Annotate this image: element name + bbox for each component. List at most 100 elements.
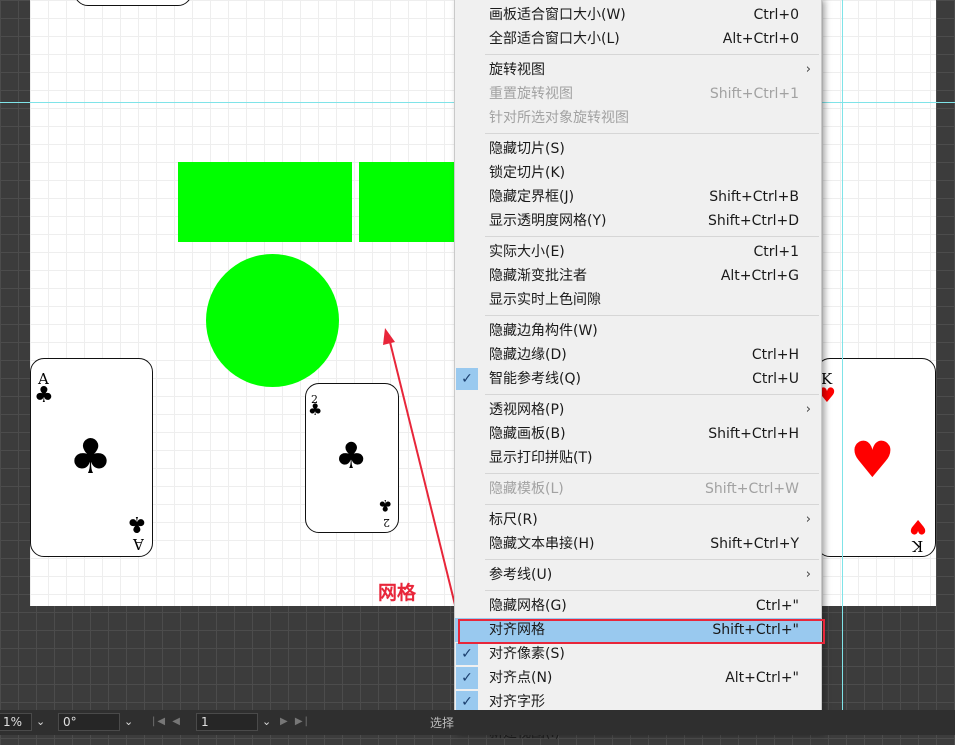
club-icon: ♣ xyxy=(127,511,147,536)
checkmark-icon: ✓ xyxy=(456,368,478,390)
artboard-prev-nav-icon[interactable]: |◀ ◀ xyxy=(152,713,182,731)
menu-item-shortcut: Shift+Ctrl+W xyxy=(704,481,799,497)
menu-item-rotate-to-selection[interactable]: 针对所选对象旋转视图 xyxy=(455,106,821,130)
submenu-arrow-icon: › xyxy=(805,402,811,417)
menu-item-label: 隐藏定界框(J) xyxy=(489,189,575,205)
menu-item-perspective-grid[interactable]: 透视网格(P) › xyxy=(455,398,821,422)
card-two-of-clubs[interactable]: 2 ♣ ♣ ♣ 2 xyxy=(305,383,399,533)
menu-item-shortcut: Ctrl+" xyxy=(755,598,799,614)
artboard-number-field[interactable]: 1 xyxy=(196,713,258,731)
menu-item-lock-slices[interactable]: 锁定切片(K) xyxy=(455,161,821,185)
card-king-of-hearts[interactable]: K ♥ ♥ ♥ K xyxy=(816,358,936,557)
rotation-field[interactable]: 0° xyxy=(58,713,120,731)
menu-item-shortcut: Ctrl+U xyxy=(752,371,799,387)
menu-item-label: 显示打印拼贴(T) xyxy=(489,450,593,466)
green-rectangle-right[interactable] xyxy=(359,162,459,242)
menu-separator xyxy=(485,315,819,316)
zoom-dropdown-icon[interactable]: ⌄ xyxy=(36,713,45,731)
menu-separator xyxy=(485,590,819,591)
club-icon: ♣ xyxy=(335,436,368,477)
menu-item-label: 对齐点(N) xyxy=(489,670,553,686)
menu-item-shortcut: Shift+Ctrl+H xyxy=(708,426,799,442)
menu-item-shortcut: Shift+Ctrl+B xyxy=(709,189,799,205)
menu-item-label: 隐藏画板(B) xyxy=(489,426,566,442)
submenu-arrow-icon: › xyxy=(805,567,811,582)
green-circle[interactable] xyxy=(206,254,339,387)
menu-item-show-live-paint-gaps[interactable]: 显示实时上色间隙 xyxy=(455,288,821,312)
menu-item-label: 针对所选对象旋转视图 xyxy=(489,110,629,126)
menu-item-label: 显示透明度网格(Y) xyxy=(489,213,607,229)
heart-icon: ♥ xyxy=(909,515,927,539)
menu-item-snap-to-pixel[interactable]: ✓ 对齐像素(S) xyxy=(455,642,821,666)
menu-separator xyxy=(485,473,819,474)
menu-item-shortcut: Ctrl+H xyxy=(751,347,799,363)
zoom-field[interactable]: 1% xyxy=(0,713,32,731)
vertical-guide[interactable] xyxy=(842,0,843,710)
menu-item-label: 重置旋转视图 xyxy=(489,86,573,102)
menu-separator xyxy=(485,54,819,55)
card-ace-of-clubs[interactable]: A ♣ ♣ ♣ A xyxy=(30,358,153,557)
artboard-dropdown-icon[interactable]: ⌄ xyxy=(262,713,271,731)
menu-item-shortcut: Shift+Ctrl+Y xyxy=(710,536,799,552)
artboard-next-nav-icon[interactable]: ▶ ▶| xyxy=(280,713,310,731)
submenu-arrow-icon: › xyxy=(805,512,811,527)
menu-item-fit-artboard[interactable]: 画板适合窗口大小(W) Ctrl+0 xyxy=(455,3,821,27)
menu-item-label: 实际大小(E) xyxy=(489,244,565,260)
menu-item-guides[interactable]: 参考线(U) › xyxy=(455,563,821,587)
highlight-annotation-box xyxy=(458,619,825,644)
club-icon: ♣ xyxy=(308,400,323,419)
menu-item-label: 隐藏文本串接(H) xyxy=(489,536,595,552)
menu-item-label: 隐藏切片(S) xyxy=(489,141,565,157)
card-rank: A xyxy=(133,535,144,553)
menu-item-actual-size[interactable]: 实际大小(E) Ctrl+1 xyxy=(455,240,821,264)
submenu-arrow-icon: › xyxy=(805,62,811,77)
menu-item-hide-artboards[interactable]: 隐藏画板(B) Shift+Ctrl+H xyxy=(455,422,821,446)
menu-item-shortcut: Alt+Ctrl+G xyxy=(720,268,799,284)
menu-item-hide-corner-widget[interactable]: 隐藏边角构件(W) xyxy=(455,319,821,343)
menu-item-hide-grid[interactable]: 隐藏网格(G) Ctrl+" xyxy=(455,594,821,618)
menu-item-label: 隐藏边角构件(W) xyxy=(489,323,598,339)
menu-item-show-print-tiling[interactable]: 显示打印拼贴(T) xyxy=(455,446,821,470)
menu-item-fit-all[interactable]: 全部适合窗口大小(L) Alt+Ctrl+0 xyxy=(455,27,821,51)
menu-item-label: 透视网格(P) xyxy=(489,402,565,418)
green-rectangle-left[interactable] xyxy=(178,162,352,242)
menu-item-shortcut: Ctrl+0 xyxy=(753,7,799,23)
menu-separator xyxy=(485,133,819,134)
rotation-value: 0° xyxy=(63,715,77,729)
menu-item-smart-guides[interactable]: ✓ 智能参考线(Q) Ctrl+U xyxy=(455,367,821,391)
menu-item-label: 锁定切片(K) xyxy=(489,165,566,181)
heart-icon: ♥ xyxy=(850,431,895,489)
card-rank: 2 xyxy=(383,516,390,529)
menu-item-label: 对齐像素(S) xyxy=(489,646,565,662)
status-bar: 1% ⌄ 0° ⌄ |◀ ◀ 1 ⌄ ▶ ▶| 选择 xyxy=(0,710,955,735)
menu-item-label: 隐藏边缘(D) xyxy=(489,347,567,363)
menu-item-hide-gradient-annotator[interactable]: 隐藏渐变批注者 Alt+Ctrl+G xyxy=(455,264,821,288)
menu-item-hide-bounding-box[interactable]: 隐藏定界框(J) Shift+Ctrl+B xyxy=(455,185,821,209)
menu-item-hide-text-threads[interactable]: 隐藏文本串接(H) Shift+Ctrl+Y xyxy=(455,532,821,556)
menu-item-shortcut: Alt+Ctrl+" xyxy=(725,670,799,686)
card-rank: K xyxy=(912,537,924,555)
zoom-value: 1% xyxy=(3,715,23,729)
card-top-partial[interactable] xyxy=(74,0,192,6)
menu-item-shortcut: Alt+Ctrl+0 xyxy=(722,31,799,47)
menu-item-hide-template[interactable]: 隐藏模板(L) Shift+Ctrl+W xyxy=(455,477,821,501)
menu-item-show-transparency-grid[interactable]: 显示透明度网格(Y) Shift+Ctrl+D xyxy=(455,209,821,233)
menu-item-shortcut: Ctrl+1 xyxy=(753,244,799,260)
menu-item-hide-edges[interactable]: 隐藏边缘(D) Ctrl+H xyxy=(455,343,821,367)
rotation-dropdown-icon[interactable]: ⌄ xyxy=(124,713,133,731)
club-icon: ♣ xyxy=(34,383,54,408)
menu-separator xyxy=(485,236,819,237)
menu-item-label: 画板适合窗口大小(W) xyxy=(489,7,626,23)
menu-item-reset-rotation[interactable]: 重置旋转视图 Shift+Ctrl+1 xyxy=(455,82,821,106)
menu-item-rotate-view[interactable]: 旋转视图 › xyxy=(455,58,821,82)
grid-annotation-label: 网格 xyxy=(378,582,417,604)
menu-item-shortcut: Shift+Ctrl+1 xyxy=(709,86,799,102)
menu-item-hide-slices[interactable]: 隐藏切片(S) xyxy=(455,137,821,161)
menu-item-label: 智能参考线(Q) xyxy=(489,371,581,387)
club-icon: ♣ xyxy=(378,496,393,515)
menu-item-rulers[interactable]: 标尺(R) › xyxy=(455,508,821,532)
menu-item-snap-to-point[interactable]: ✓ 对齐点(N) Alt+Ctrl+" xyxy=(455,666,821,690)
menu-item-label: 旋转视图 xyxy=(489,62,545,78)
checkmark-icon: ✓ xyxy=(456,667,478,689)
menu-item-label: 参考线(U) xyxy=(489,567,553,583)
